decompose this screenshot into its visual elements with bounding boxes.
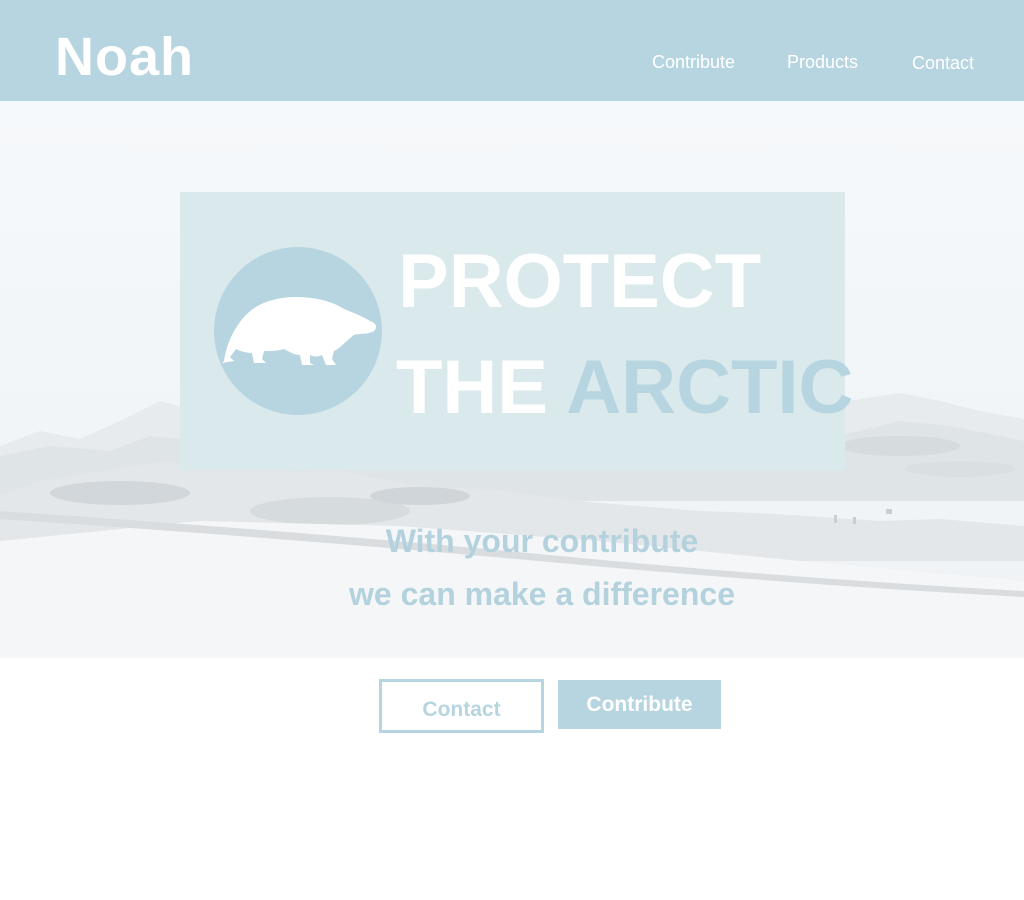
headline-protect: PROTECT [398, 239, 762, 324]
nav-link-contribute[interactable]: Contribute [652, 51, 735, 73]
headline-arctic: ARCTIC [566, 345, 854, 430]
contact-button[interactable]: Contact [379, 679, 544, 733]
top-navbar: Noah Contribute Products Contact [0, 0, 1024, 101]
tagline-line-2: we can make a difference [349, 576, 735, 612]
headline-the-arctic: THE ARCTIC [396, 346, 853, 430]
nav-link-contact[interactable]: Contact [912, 52, 974, 74]
polar-bear-icon [214, 247, 382, 415]
nav-link-products[interactable]: Products [787, 51, 858, 73]
contribute-button[interactable]: Contribute [558, 680, 721, 729]
site-logo[interactable]: Noah [55, 26, 194, 88]
headline-the: THE [396, 345, 567, 430]
tagline-line-1: With your contribute [385, 523, 699, 559]
